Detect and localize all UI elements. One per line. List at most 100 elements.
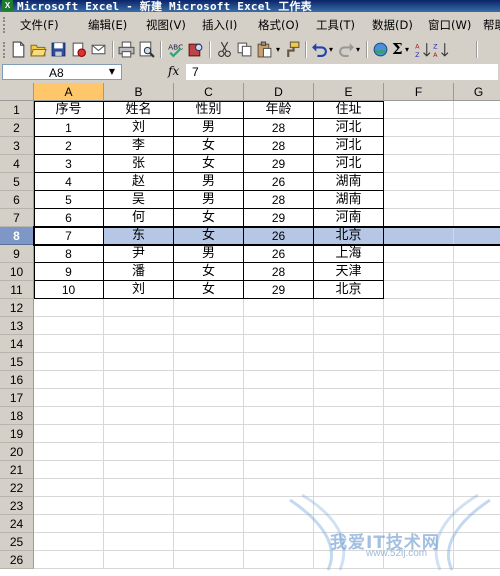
cell-c5[interactable]: 男 <box>174 173 244 191</box>
row-header-21[interactable]: 21 <box>0 461 34 479</box>
cell-a14[interactable] <box>34 335 104 353</box>
cell-d20[interactable] <box>244 443 314 461</box>
cell-a19[interactable] <box>34 425 104 443</box>
cell-c9[interactable]: 男 <box>174 245 244 263</box>
cell-g8[interactable] <box>454 227 500 245</box>
cell-e19[interactable] <box>314 425 384 443</box>
row-header-4[interactable]: 4 <box>0 155 34 173</box>
cell-b22[interactable] <box>104 479 174 497</box>
cell-c20[interactable] <box>174 443 244 461</box>
cell-f17[interactable] <box>384 389 454 407</box>
cell-e8[interactable]: 北京 <box>314 227 384 245</box>
cell-e26[interactable] <box>314 551 384 569</box>
cell-b11[interactable]: 刘 <box>104 281 174 299</box>
cell-d6[interactable]: 28 <box>244 191 314 209</box>
cell-d22[interactable] <box>244 479 314 497</box>
cell-a4[interactable]: 3 <box>34 155 104 173</box>
cell-c13[interactable] <box>174 317 244 335</box>
cell-c17[interactable] <box>174 389 244 407</box>
cell-d23[interactable] <box>244 497 314 515</box>
cell-b19[interactable] <box>104 425 174 443</box>
cell-e11[interactable]: 北京 <box>314 281 384 299</box>
cell-c6[interactable]: 男 <box>174 191 244 209</box>
cell-f12[interactable] <box>384 299 454 317</box>
cell-d19[interactable] <box>244 425 314 443</box>
cell-a17[interactable] <box>34 389 104 407</box>
cell-a23[interactable] <box>34 497 104 515</box>
cell-f10[interactable] <box>384 263 454 281</box>
cell-f1[interactable] <box>384 101 454 119</box>
cell-g18[interactable] <box>454 407 500 425</box>
cell-g1[interactable] <box>454 101 500 119</box>
row-header-24[interactable]: 24 <box>0 515 34 533</box>
cell-b16[interactable] <box>104 371 174 389</box>
format-painter-icon[interactable] <box>284 41 301 58</box>
cell-g11[interactable] <box>454 281 500 299</box>
cell-f13[interactable] <box>384 317 454 335</box>
menu-view[interactable]: 视图(V) <box>146 17 186 33</box>
cell-a13[interactable] <box>34 317 104 335</box>
row-header-1[interactable]: 1 <box>0 101 34 119</box>
cell-e3[interactable]: 河北 <box>314 137 384 155</box>
cell-b1[interactable]: 姓名 <box>104 101 174 119</box>
cell-a6[interactable]: 5 <box>34 191 104 209</box>
cell-a1[interactable]: 序号 <box>34 101 104 119</box>
cell-b20[interactable] <box>104 443 174 461</box>
cell-f8[interactable] <box>384 227 454 245</box>
cell-a9[interactable]: 8 <box>34 245 104 263</box>
row-header-26[interactable]: 26 <box>0 551 34 569</box>
cell-f15[interactable] <box>384 353 454 371</box>
name-box-dropdown-icon[interactable]: ▼ <box>109 67 115 76</box>
row-header-8[interactable]: 8 <box>0 227 34 245</box>
menu-window[interactable]: 窗口(W) <box>428 17 471 33</box>
cell-g10[interactable] <box>454 263 500 281</box>
research-icon[interactable] <box>187 41 204 58</box>
cell-d10[interactable]: 28 <box>244 263 314 281</box>
cell-f7[interactable] <box>384 209 454 227</box>
cell-g25[interactable] <box>454 533 500 551</box>
cell-b3[interactable]: 李 <box>104 137 174 155</box>
menu-file[interactable]: 文件(F) <box>20 17 59 33</box>
menu-edit[interactable]: 编辑(E) <box>88 17 127 33</box>
excel-app-icon[interactable]: X <box>2 0 13 11</box>
cell-d11[interactable]: 29 <box>244 281 314 299</box>
print-preview-icon[interactable] <box>138 41 155 58</box>
cell-b7[interactable]: 何 <box>104 209 174 227</box>
insert-function-icon[interactable]: fx <box>168 64 179 78</box>
cell-a25[interactable] <box>34 533 104 551</box>
formula-input[interactable]: 7 <box>186 64 498 80</box>
cell-c3[interactable]: 女 <box>174 137 244 155</box>
autosum-dropdown-arrow-icon[interactable]: ▾ <box>405 45 409 54</box>
cell-c7[interactable]: 女 <box>174 209 244 227</box>
cell-c22[interactable] <box>174 479 244 497</box>
spelling-icon[interactable]: ABC <box>167 41 184 58</box>
column-header-f[interactable]: F <box>384 83 454 101</box>
row-header-17[interactable]: 17 <box>0 389 34 407</box>
cell-b2[interactable]: 刘 <box>104 119 174 137</box>
paste-dropdown-arrow-icon[interactable]: ▾ <box>276 45 280 54</box>
cell-d18[interactable] <box>244 407 314 425</box>
cell-d1[interactable]: 年龄 <box>244 101 314 119</box>
undo-icon[interactable] <box>311 41 328 58</box>
print-icon[interactable] <box>118 41 135 58</box>
cell-d12[interactable] <box>244 299 314 317</box>
cell-g5[interactable] <box>454 173 500 191</box>
row-header-16[interactable]: 16 <box>0 371 34 389</box>
cell-c10[interactable]: 女 <box>174 263 244 281</box>
undo-dropdown-arrow-icon[interactable]: ▾ <box>329 45 333 54</box>
cell-g24[interactable] <box>454 515 500 533</box>
cell-e17[interactable] <box>314 389 384 407</box>
cell-c1[interactable]: 性别 <box>174 101 244 119</box>
cell-b6[interactable]: 吴 <box>104 191 174 209</box>
row-header-18[interactable]: 18 <box>0 407 34 425</box>
cell-g9[interactable] <box>454 245 500 263</box>
cell-d25[interactable] <box>244 533 314 551</box>
cell-a24[interactable] <box>34 515 104 533</box>
redo-dropdown-arrow-icon[interactable]: ▾ <box>356 45 360 54</box>
cell-e15[interactable] <box>314 353 384 371</box>
menu-help[interactable]: 帮助 <box>483 17 500 33</box>
row-header-22[interactable]: 22 <box>0 479 34 497</box>
cell-c14[interactable] <box>174 335 244 353</box>
cell-a3[interactable]: 2 <box>34 137 104 155</box>
cell-d24[interactable] <box>244 515 314 533</box>
